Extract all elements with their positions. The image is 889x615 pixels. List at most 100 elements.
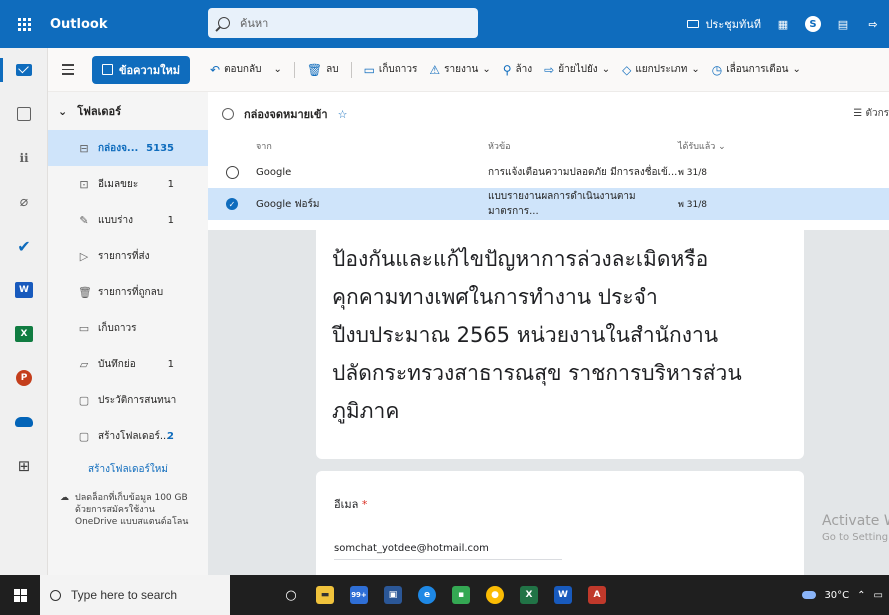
app-title[interactable]: Outlook bbox=[48, 17, 208, 32]
mail-app-icon[interactable]: 99+ bbox=[350, 586, 368, 604]
rail-todo[interactable]: ✔ bbox=[0, 224, 48, 268]
meet-now-label: ประชุมทันที bbox=[705, 18, 761, 31]
report-button[interactable]: ⚠ รายงาน ⌄ bbox=[429, 62, 490, 77]
snooze-button[interactable]: ◷ เลื่อนการเตือน ⌄ bbox=[712, 62, 801, 77]
message-sender: Google ฟอร์ม bbox=[256, 198, 320, 210]
rail-files[interactable]: ⌀ bbox=[0, 180, 48, 224]
excel-taskbar-icon[interactable]: X bbox=[520, 586, 538, 604]
folder-count: 5135 bbox=[146, 142, 174, 154]
row-select-circle[interactable] bbox=[225, 165, 239, 179]
chevron-down-icon: ⌄ bbox=[601, 64, 611, 75]
rail-more-apps[interactable]: ⊞ bbox=[0, 444, 48, 488]
acrobat-icon[interactable]: A bbox=[588, 586, 606, 604]
storage-promo[interactable]: ☁ ปลดล็อกที่เก็บข้อมูล 100 GB ด้วยการสมั… bbox=[48, 484, 208, 536]
column-received[interactable]: ได้รับแล้ว ⌄ bbox=[678, 139, 758, 153]
chevron-down-icon: ⌄ bbox=[482, 64, 491, 75]
rail-excel[interactable]: X bbox=[0, 312, 48, 356]
waffle-icon bbox=[17, 17, 31, 31]
mail-badge: 99+ bbox=[351, 591, 367, 599]
rail-powerpoint[interactable]: P bbox=[0, 356, 48, 400]
app-launcher-button[interactable] bbox=[0, 0, 48, 48]
new-folder-link[interactable]: สร้างโฟลเดอร์ใหม่ bbox=[48, 454, 208, 484]
folders-header[interactable]: ⌄ โฟลเดอร์ bbox=[48, 92, 208, 130]
temperature-label[interactable]: 30°C bbox=[824, 590, 849, 601]
feedback-icon[interactable]: ⇨ bbox=[865, 16, 881, 32]
search-box[interactable]: ค้นหา bbox=[208, 8, 478, 38]
form-title-card: ป้องกันและแก้ไขปัญหาการล่วงละเมิดหรือ คุ… bbox=[316, 230, 804, 459]
chevron-up-icon[interactable]: ⌃ bbox=[857, 590, 865, 601]
message-row-selected[interactable]: ✓ Google ฟอร์ม แบบรายงานผลการดำเนินงานตา… bbox=[208, 188, 889, 220]
taskbar-search[interactable]: Type here to search bbox=[40, 575, 230, 615]
email-question-label: อีเมล * bbox=[334, 498, 368, 511]
folder-label: อีเมลขยะ bbox=[98, 178, 139, 190]
reply-icon: ↶ bbox=[210, 62, 221, 77]
folder-item-sent[interactable]: ▷ รายการที่ส่ง bbox=[48, 238, 208, 274]
rail-people[interactable]: ℹℹ bbox=[0, 136, 48, 180]
drafts-icon: ✎ bbox=[79, 213, 89, 227]
email-answer-field[interactable]: somchat_yotdee@hotmail.com bbox=[334, 543, 562, 560]
network-icon[interactable]: ▭ bbox=[874, 590, 883, 601]
system-tray: 30°C ⌃ ▭ bbox=[802, 575, 883, 615]
folder-item-notes[interactable]: ▱ บันทึกย่อ 1 bbox=[48, 346, 208, 382]
sweep-button[interactable]: ⚲ ล้าง bbox=[503, 62, 532, 77]
select-all-checkbox[interactable] bbox=[222, 108, 234, 120]
column-from[interactable]: จาก bbox=[256, 139, 488, 153]
message-sender: Google bbox=[256, 166, 292, 178]
store-icon[interactable]: ▣ bbox=[384, 586, 402, 604]
onedrive-icon bbox=[15, 417, 33, 427]
archive-icon: ▭ bbox=[78, 321, 90, 335]
rail-calendar[interactable] bbox=[0, 92, 48, 136]
paperclip-icon: ⌀ bbox=[19, 194, 29, 210]
warning-icon: ⚠ bbox=[429, 62, 441, 77]
folder-item-inbox[interactable]: ⊟ กล่องจ... 5135 bbox=[48, 130, 208, 166]
file-explorer-icon[interactable]: ▬ bbox=[316, 586, 334, 604]
windows-logo-icon bbox=[13, 588, 27, 602]
delete-button[interactable]: 🗑 ลบ bbox=[307, 62, 339, 77]
rail-onedrive[interactable] bbox=[0, 400, 48, 444]
column-subject[interactable]: หัวข้อ bbox=[488, 139, 678, 153]
watermark-line: Activate W bbox=[822, 513, 889, 529]
message-row[interactable]: Google การแจ้งเตือนความปลอดภัย มีการลงชื… bbox=[208, 156, 889, 188]
line-icon[interactable]: ▪ bbox=[452, 586, 470, 604]
hamburger-menu-icon[interactable] bbox=[48, 64, 88, 75]
divider bbox=[293, 61, 295, 78]
move-to-button[interactable]: ⇨ ย้ายไปยัง ⌄ bbox=[544, 62, 610, 77]
folder-item-archive[interactable]: ▭ เก็บถาวร bbox=[48, 310, 208, 346]
rail-word[interactable]: W bbox=[0, 268, 48, 312]
report-label: รายงาน bbox=[444, 64, 479, 75]
folder-item-drafts[interactable]: ✎ แบบร่าง 1 bbox=[48, 202, 208, 238]
new-mail-button[interactable]: ข้อความใหม่ bbox=[92, 55, 190, 84]
reply-dropdown[interactable]: ⌄ bbox=[273, 64, 281, 75]
edge-icon[interactable]: e bbox=[418, 586, 436, 604]
folder-label: เก็บถาวร bbox=[98, 322, 137, 334]
folder-label: รายการที่ถูกลบ bbox=[98, 286, 164, 298]
camera-icon bbox=[687, 20, 700, 28]
reply-button[interactable]: ↶ ตอบกลับ bbox=[210, 62, 261, 77]
checkmark-icon[interactable]: ✓ bbox=[226, 198, 238, 210]
favorite-star-icon[interactable]: ☆ bbox=[338, 108, 348, 121]
onedrive-promo-icon: ☁ bbox=[60, 493, 69, 503]
move-to-label: ย้ายไปยัง bbox=[558, 64, 598, 75]
word-taskbar-icon[interactable]: W bbox=[554, 586, 572, 604]
search-input[interactable]: ค้นหา bbox=[240, 14, 268, 32]
archive-icon: ▭ bbox=[363, 62, 375, 77]
teams-icon[interactable]: ▦ bbox=[775, 16, 791, 32]
folder-item-deleted[interactable]: 🗑 รายการที่ถูกลบ bbox=[48, 274, 208, 310]
filter-button[interactable]: ☰ ตัวกร bbox=[853, 106, 889, 121]
folder-item-conversation-history[interactable]: ▢ ประวัติการสนทนา bbox=[48, 382, 208, 418]
folder-item-custom[interactable]: ▢ สร้างโฟลเดอร์... 2 bbox=[48, 418, 208, 454]
form-title-line: ป้องกันและแก้ไขปัญหาการล่วงละเมิดหรือ bbox=[332, 247, 709, 271]
categorize-button[interactable]: ◇ แยกประเภท ⌄ bbox=[622, 62, 700, 77]
trash-icon: 🗑 bbox=[78, 285, 92, 299]
meet-now-button[interactable]: ประชุมทันที bbox=[687, 15, 761, 33]
folder-item-junk[interactable]: ⊡ อีเมลขยะ 1 bbox=[48, 166, 208, 202]
start-button[interactable] bbox=[0, 588, 40, 602]
cortana-icon[interactable]: ○ bbox=[282, 586, 300, 604]
categorize-label: แยกประเภท bbox=[635, 64, 688, 75]
my-day-icon[interactable]: ▤ bbox=[835, 16, 851, 32]
rail-mail[interactable] bbox=[0, 48, 48, 92]
skype-icon[interactable]: S bbox=[805, 16, 821, 32]
chrome-icon[interactable]: ● bbox=[486, 586, 504, 604]
windows-taskbar: Type here to search ○ ▬ 99+ ▣ e ▪ ● X W … bbox=[0, 575, 889, 615]
archive-button[interactable]: ▭ เก็บถาวร bbox=[364, 62, 418, 77]
